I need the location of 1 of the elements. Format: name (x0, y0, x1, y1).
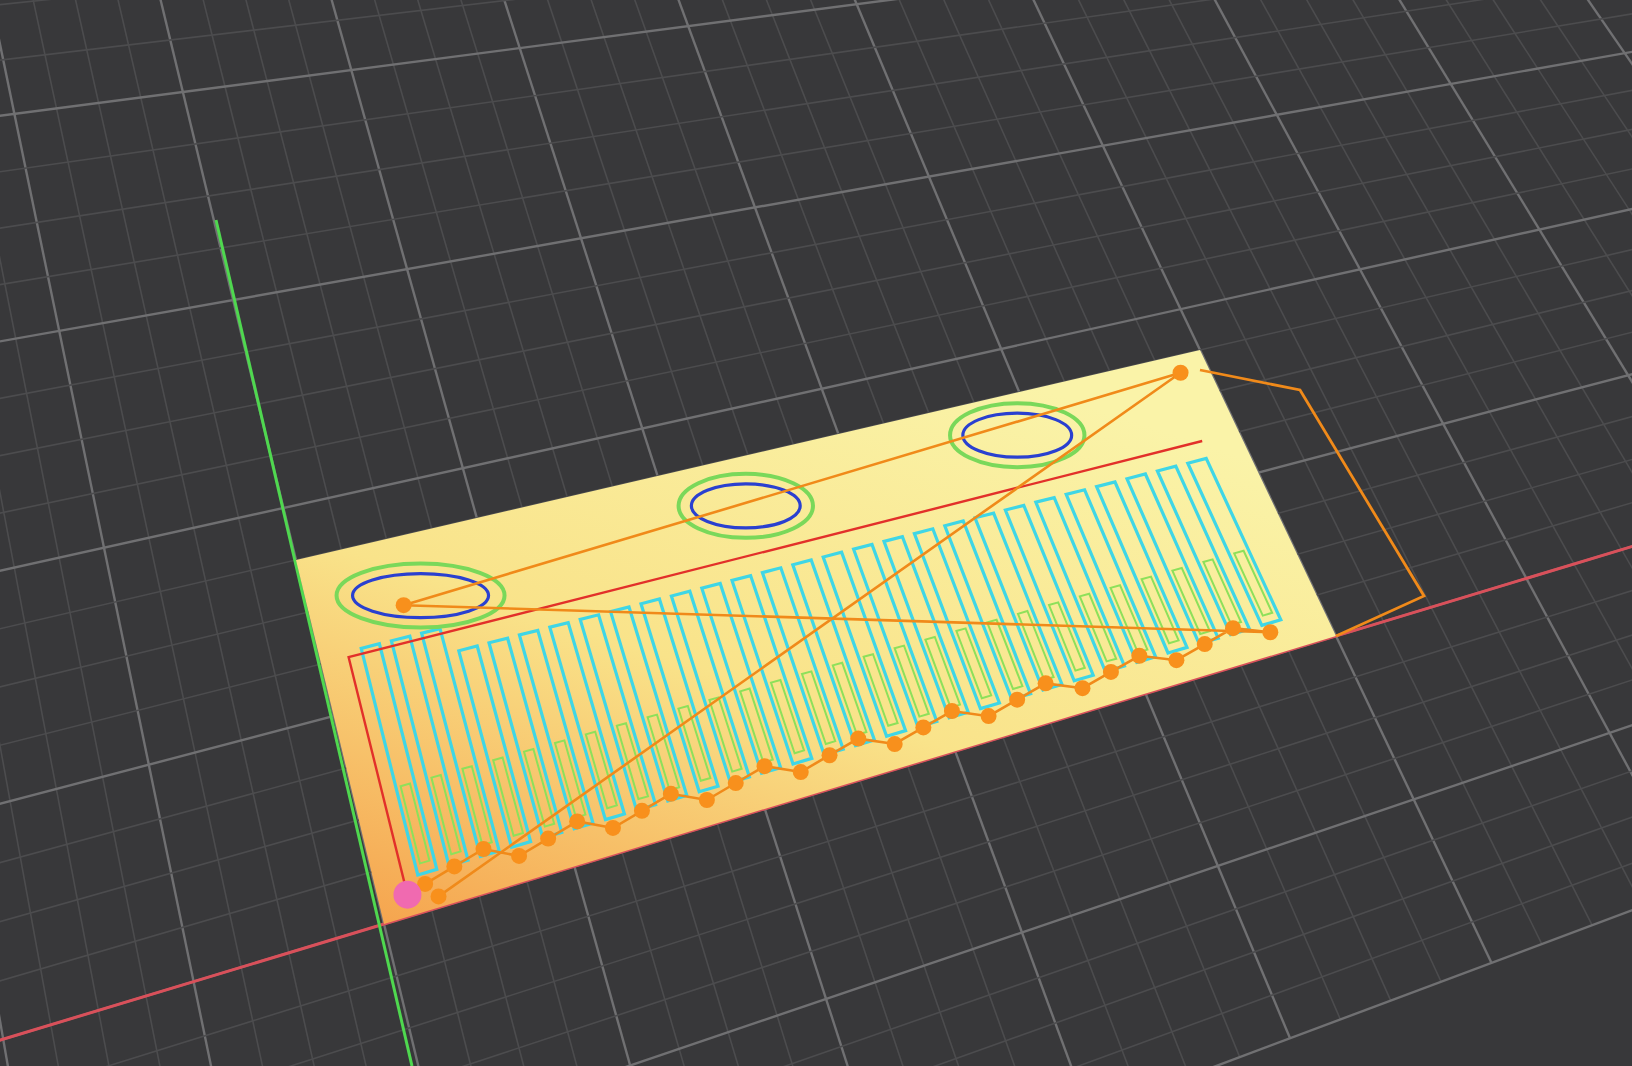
start-point-marker (393, 880, 422, 909)
